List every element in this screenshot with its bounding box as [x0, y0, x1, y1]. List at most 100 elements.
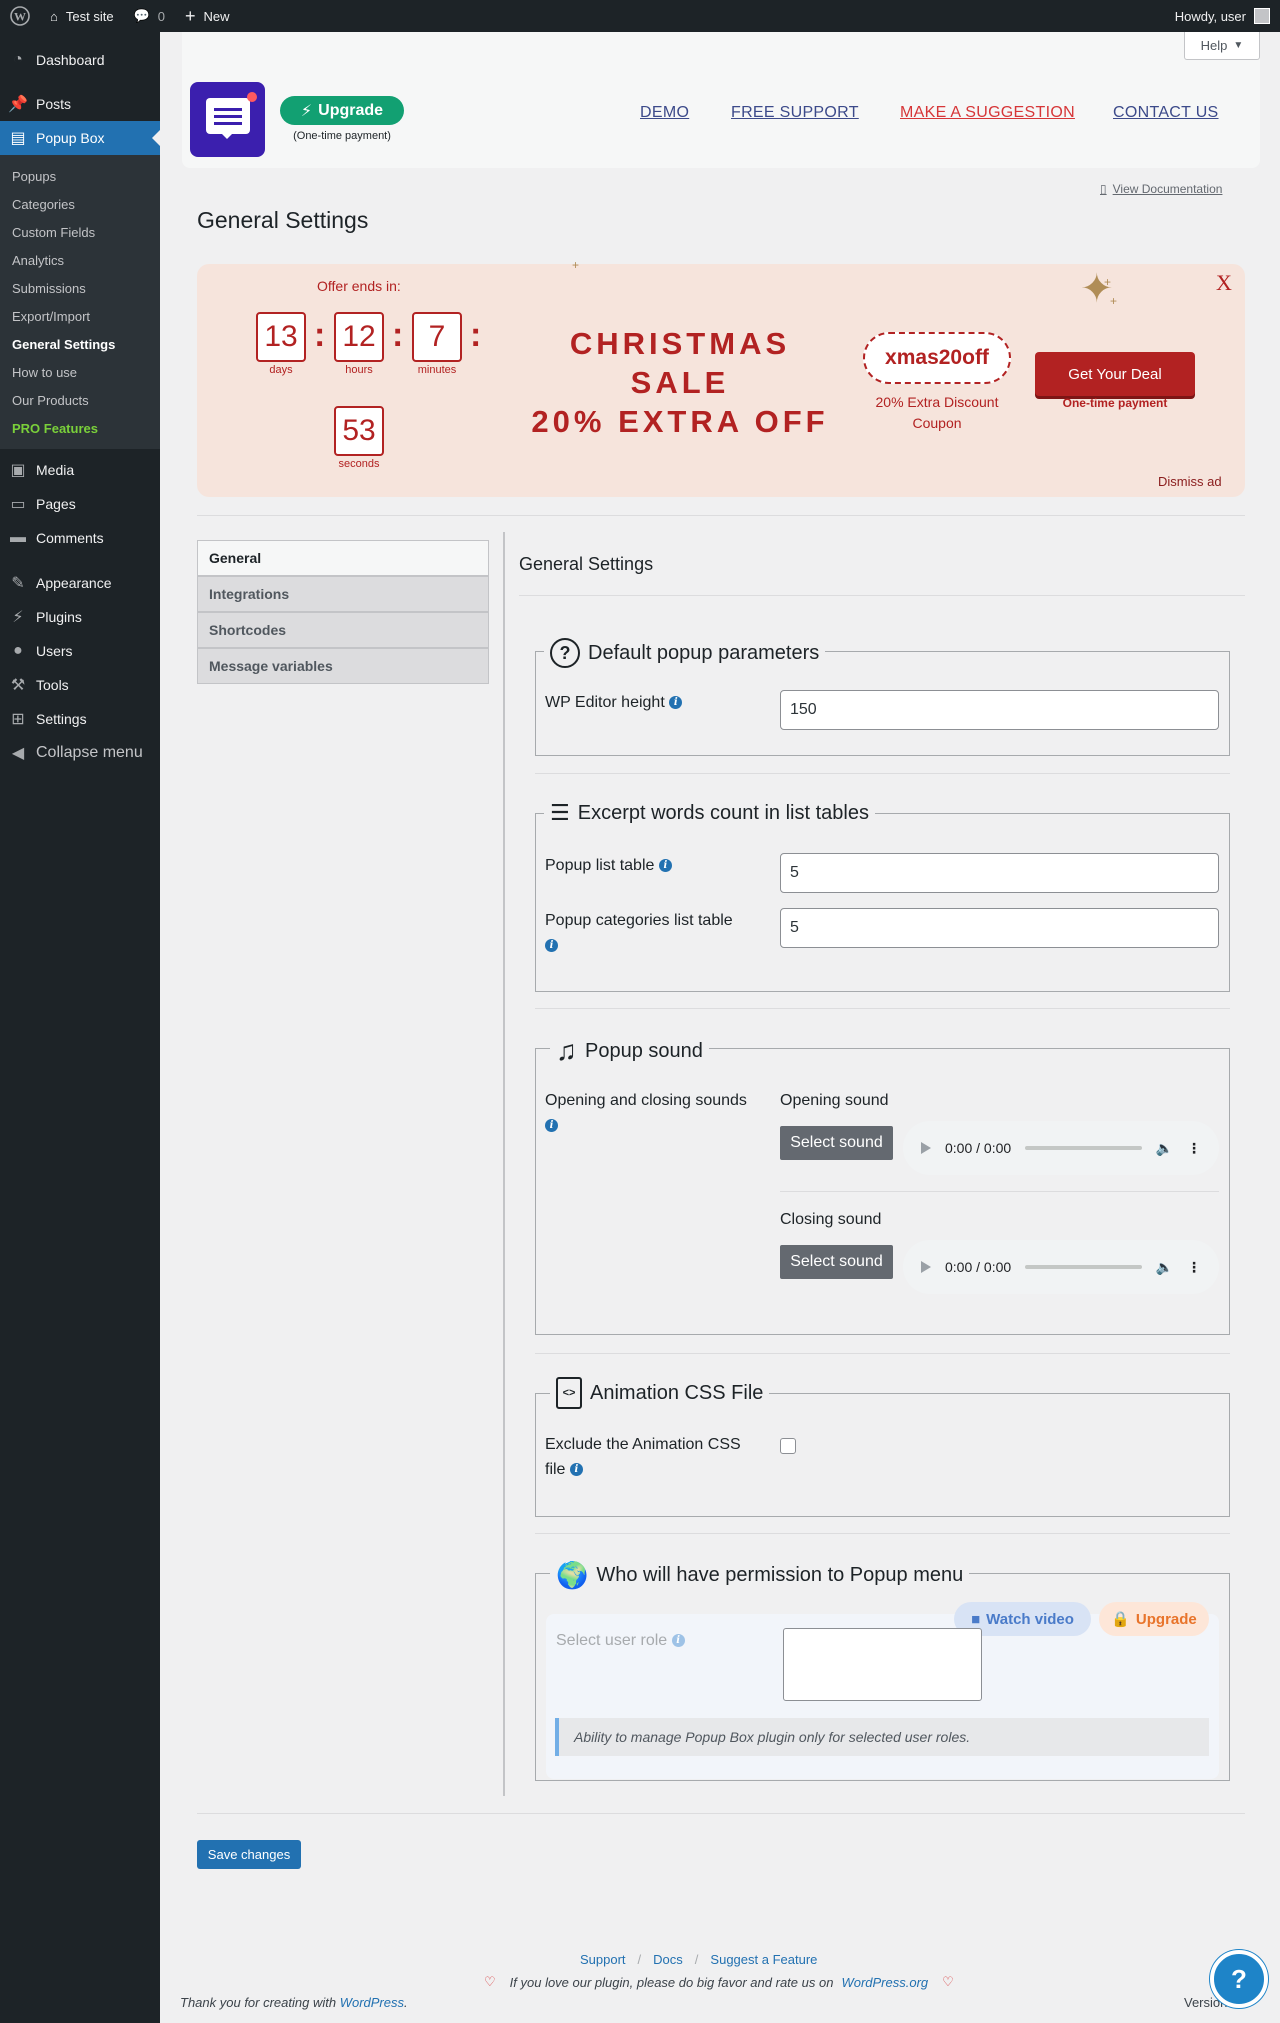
- info-icon[interactable]: i: [545, 939, 558, 953]
- submenu-popups[interactable]: Popups: [0, 162, 160, 190]
- default-popup-legend: ? Default popup parameters: [544, 638, 826, 668]
- coupon-code[interactable]: xmas20off: [863, 332, 1011, 384]
- menu-pages[interactable]: ▭ Pages: [0, 487, 160, 521]
- submenu-general-settings[interactable]: General Settings: [0, 330, 160, 358]
- wordpress-org-link[interactable]: WordPress.org: [841, 1975, 928, 1990]
- submenu-export-import[interactable]: Export/Import: [0, 302, 160, 330]
- dismiss-ad-link[interactable]: Dismiss ad: [1158, 474, 1222, 489]
- nav-contact-us[interactable]: CONTACT US: [1113, 104, 1219, 122]
- wordpress-logo-icon[interactable]: W: [0, 0, 40, 32]
- submenu-pro-features[interactable]: PRO Features: [0, 414, 160, 442]
- exclude-animation-checkbox[interactable]: [780, 1438, 796, 1454]
- brush-icon: ✎: [11, 575, 25, 592]
- help-chat-button[interactable]: ?: [1210, 1950, 1268, 2008]
- menu-dashboard[interactable]: ◔ Dashboard: [0, 43, 160, 77]
- submenu-categories[interactable]: Categories: [0, 190, 160, 218]
- select-closing-sound-button[interactable]: Select sound: [780, 1245, 893, 1279]
- upgrade-button[interactable]: ⚡ Upgrade: [280, 96, 404, 125]
- nav-demo[interactable]: DEMO: [640, 104, 689, 122]
- menu-media[interactable]: ▣ Media: [0, 453, 160, 487]
- divider: [535, 1008, 1230, 1009]
- countdown-minutes: 7: [412, 312, 462, 362]
- countdown-seconds: 53: [334, 406, 384, 456]
- nav-make-suggestion[interactable]: MAKE A SUGGESTION: [900, 104, 1075, 122]
- submenu-analytics[interactable]: Analytics: [0, 246, 160, 274]
- submenu-our-products[interactable]: Our Products: [0, 386, 160, 414]
- footer-support-link[interactable]: Support: [580, 1952, 626, 1967]
- footer-thanks: Thank you for creating with WordPress.: [180, 1995, 408, 2010]
- more-options-icon[interactable]: ⋮: [1187, 1140, 1201, 1157]
- sparkle-icon: ✦: [1080, 267, 1114, 311]
- seek-bar[interactable]: [1025, 1265, 1142, 1269]
- popup-list-table-input[interactable]: 5: [780, 853, 1219, 893]
- select-opening-sound-button[interactable]: Select sound: [780, 1126, 893, 1160]
- offer-ends-label: Offer ends in:: [317, 278, 401, 294]
- info-icon[interactable]: i: [658, 859, 672, 873]
- volume-icon[interactable]: 🔈: [1156, 1140, 1173, 1157]
- closing-sound-label: Closing sound: [780, 1211, 882, 1228]
- home-icon: ⌂: [50, 8, 58, 24]
- collapse-menu-button[interactable]: ◀ Collapse menu: [0, 736, 160, 770]
- footer-rate-us: ♡ If you love our plugin, please do big …: [484, 1974, 954, 1990]
- wrench-icon: ⚒: [10, 677, 26, 694]
- upgrade-subtext: (One-time payment): [293, 130, 391, 142]
- text-lines-icon: ☰: [550, 800, 570, 825]
- menu-appearance[interactable]: ✎ Appearance: [0, 566, 160, 600]
- site-name-link[interactable]: ⌂ Test site: [40, 0, 124, 32]
- heart-icon: ♡: [484, 1974, 496, 1989]
- save-changes-button[interactable]: Save changes: [197, 1840, 301, 1869]
- settings-icon: ⊞: [11, 711, 25, 728]
- tab-shortcodes[interactable]: Shortcodes: [197, 612, 489, 648]
- pages-icon: ▭: [10, 496, 26, 513]
- comment-icon: ▬: [10, 529, 26, 546]
- submenu-submissions[interactable]: Submissions: [0, 274, 160, 302]
- seek-bar[interactable]: [1025, 1146, 1142, 1150]
- sparkle-icon: +: [1104, 275, 1112, 289]
- submenu-custom-fields[interactable]: Custom Fields: [0, 218, 160, 246]
- upgrade-pro-button[interactable]: 🔒 Upgrade: [1099, 1602, 1209, 1636]
- submenu-how-to-use[interactable]: How to use: [0, 358, 160, 386]
- countdown-minutes-label: minutes: [417, 364, 457, 376]
- nav-free-support[interactable]: FREE SUPPORT: [731, 104, 859, 122]
- tab-general[interactable]: General: [197, 540, 489, 576]
- popup-list-table-label: Popup list table i: [545, 853, 672, 878]
- footer-docs-link[interactable]: Docs: [653, 1952, 683, 1967]
- tab-integrations[interactable]: Integrations: [197, 576, 489, 612]
- exclude-animation-label: Exclude the Animation CSS file i: [545, 1436, 741, 1478]
- close-banner-button[interactable]: X: [1216, 270, 1232, 296]
- my-account-link[interactable]: Howdy, user: [1175, 8, 1280, 24]
- permission-legend: 🌍 Who will have permission to Popup menu: [550, 1560, 970, 1591]
- help-tab-button[interactable]: Help ▼: [1184, 32, 1260, 60]
- info-icon[interactable]: i: [569, 1463, 583, 1477]
- user-role-select[interactable]: [783, 1628, 982, 1701]
- footer-suggest-link[interactable]: Suggest a Feature: [710, 1952, 817, 1967]
- admin-sidebar: ◔ Dashboard 📌 Posts ▤ Popup Box Popups Cate…: [0, 32, 160, 2023]
- new-content-link[interactable]: + New: [175, 0, 240, 32]
- info-icon[interactable]: i: [545, 1119, 558, 1133]
- countdown-days-label: days: [269, 364, 293, 376]
- tab-message-variables[interactable]: Message variables: [197, 648, 489, 684]
- deal-note: One-time payment: [1062, 396, 1168, 410]
- wp-editor-height-input[interactable]: 150: [780, 690, 1219, 730]
- volume-icon[interactable]: 🔈: [1156, 1259, 1173, 1276]
- view-documentation-link[interactable]: ▯ View Documentation: [1100, 182, 1222, 196]
- more-options-icon[interactable]: ⋮: [1187, 1259, 1201, 1276]
- play-icon[interactable]: [921, 1142, 931, 1154]
- opening-sound-player[interactable]: 0:00 / 0:00 🔈 ⋮: [903, 1121, 1219, 1175]
- comments-link[interactable]: 💬 0: [124, 0, 175, 32]
- wordpress-link[interactable]: WordPress: [340, 1995, 404, 2010]
- menu-comments[interactable]: ▬ Comments: [0, 521, 160, 555]
- info-icon[interactable]: i: [669, 696, 683, 710]
- menu-popup-box[interactable]: ▤ Popup Box: [0, 121, 160, 155]
- get-your-deal-button[interactable]: Get Your Deal: [1035, 352, 1195, 396]
- info-icon[interactable]: i: [671, 1634, 685, 1648]
- closing-sound-player[interactable]: 0:00 / 0:00 🔈 ⋮: [903, 1240, 1219, 1294]
- sparkle-icon: +: [1110, 294, 1118, 308]
- menu-posts[interactable]: 📌 Posts: [0, 87, 160, 121]
- menu-tools[interactable]: ⚒ Tools: [0, 668, 160, 702]
- popup-categories-list-input[interactable]: 5: [780, 908, 1219, 948]
- play-icon[interactable]: [921, 1261, 931, 1273]
- menu-settings[interactable]: ⊞ Settings: [0, 702, 160, 736]
- menu-users[interactable]: ● Users: [0, 634, 160, 668]
- menu-plugins[interactable]: ⚡ Plugins: [0, 600, 160, 634]
